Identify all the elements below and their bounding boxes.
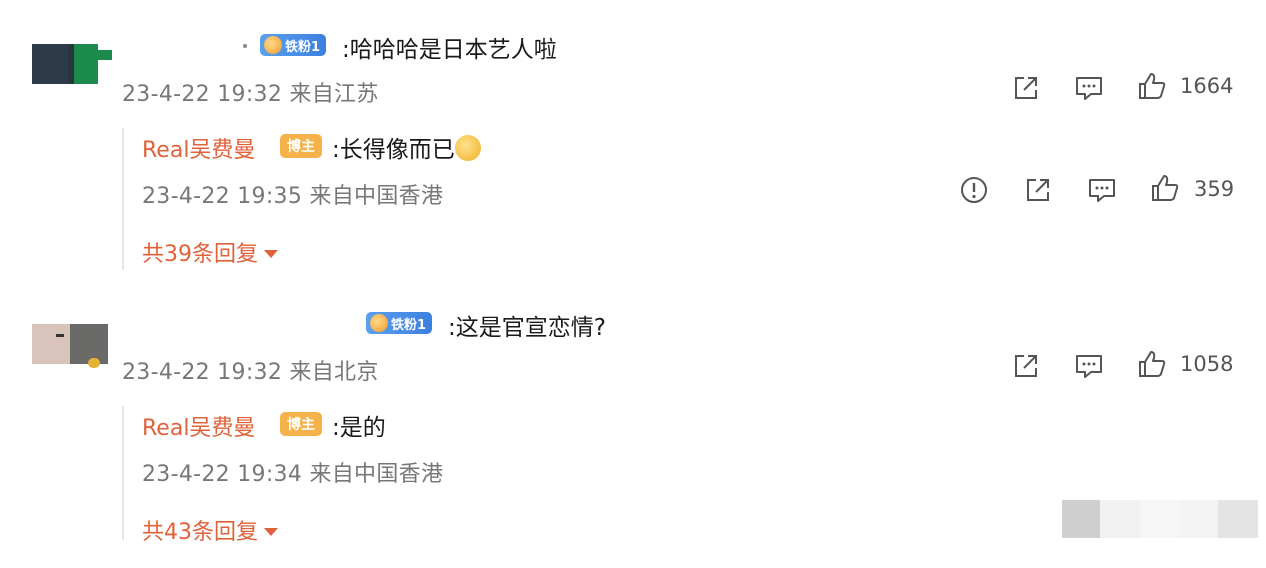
username-redacted[interactable] bbox=[130, 312, 360, 334]
like-icon[interactable] bbox=[1136, 70, 1168, 102]
host-badge: 博主 bbox=[280, 134, 322, 158]
share-icon[interactable] bbox=[1022, 174, 1054, 206]
reply-text: :是的 bbox=[332, 415, 386, 441]
avatar[interactable] bbox=[32, 44, 112, 84]
avatar[interactable] bbox=[32, 320, 112, 368]
reply-thread-line bbox=[122, 406, 124, 540]
host-badge: 博主 bbox=[280, 412, 322, 436]
more-replies-link[interactable]: 共43条回复 bbox=[142, 514, 278, 546]
more-replies-link[interactable]: 共39条回复 bbox=[142, 236, 278, 268]
comment-text: :哈哈哈是日本艺人啦 bbox=[342, 37, 557, 63]
comment-text: :这是官宣恋情? bbox=[448, 315, 606, 341]
reply-username[interactable]: Real吴费曼 bbox=[142, 410, 255, 442]
like-icon[interactable] bbox=[1136, 348, 1168, 380]
like-count: 1058 bbox=[1180, 352, 1234, 376]
share-icon[interactable] bbox=[1010, 72, 1042, 104]
reply-text: :长得像而已 bbox=[332, 130, 481, 164]
comment-icon[interactable] bbox=[1073, 350, 1105, 382]
smiley-icon bbox=[454, 135, 481, 161]
caret-down-icon bbox=[264, 527, 278, 536]
crown-icon bbox=[370, 314, 388, 332]
report-icon[interactable] bbox=[958, 174, 990, 206]
comment-icon[interactable] bbox=[1073, 72, 1105, 104]
reply-meta: 23-4-22 19:34 来自中国香港 bbox=[142, 462, 444, 487]
comment-meta: 23-4-22 19:32 来自北京 bbox=[122, 360, 379, 385]
reply-meta: 23-4-22 19:35 来自中国香港 bbox=[142, 184, 444, 209]
share-icon[interactable] bbox=[1010, 350, 1042, 382]
comment-icon[interactable] bbox=[1086, 174, 1118, 206]
username-redacted[interactable] bbox=[130, 36, 250, 58]
dot-icon bbox=[243, 44, 247, 48]
crown-icon bbox=[264, 36, 282, 54]
caret-down-icon bbox=[264, 249, 278, 258]
reply-like-count: 359 bbox=[1194, 177, 1235, 201]
reply-thread-line bbox=[122, 128, 124, 270]
like-icon[interactable] bbox=[1149, 172, 1181, 204]
fan-badge[interactable]: 铁粉1 bbox=[260, 34, 327, 56]
watermark-pixelated bbox=[1062, 500, 1258, 538]
like-count: 1664 bbox=[1180, 74, 1234, 98]
comment-meta: 23-4-22 19:32 来自江苏 bbox=[122, 82, 379, 107]
fan-badge[interactable]: 铁粉1 bbox=[366, 312, 433, 334]
reply-username[interactable]: Real吴费曼 bbox=[142, 132, 255, 164]
